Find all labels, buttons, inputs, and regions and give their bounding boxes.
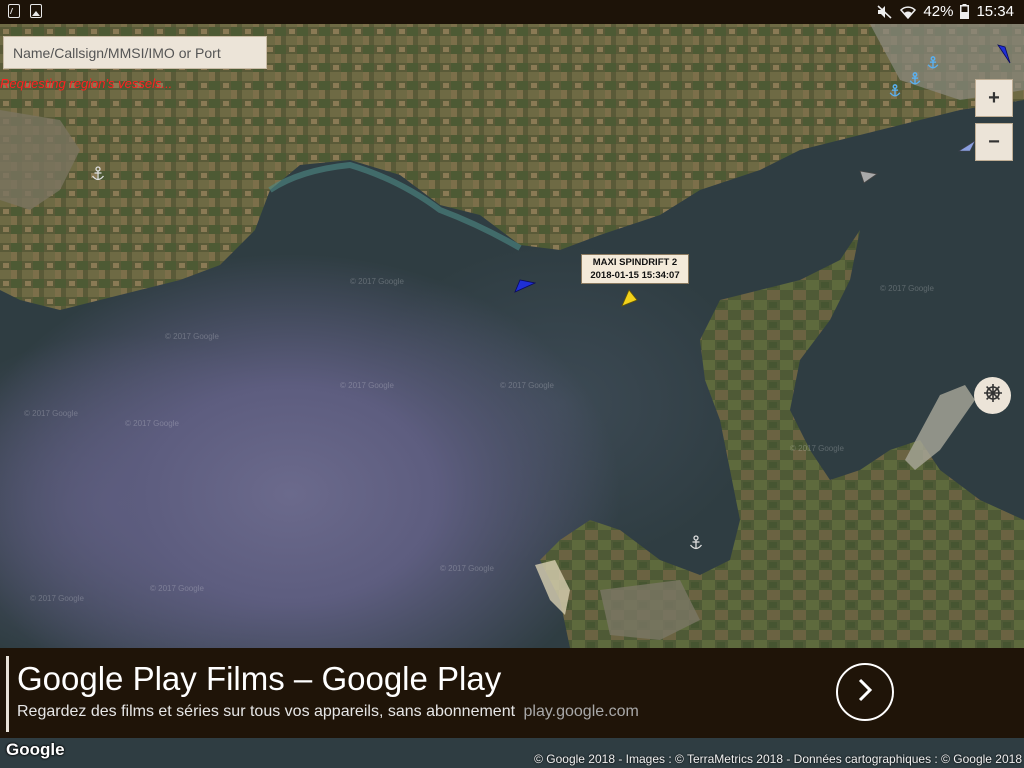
map-watermark: © 2017 Google [340,381,394,390]
map-watermark: © 2017 Google [125,419,179,428]
map-watermark: © 2017 Google [350,277,404,286]
search-input[interactable] [13,37,257,68]
map-watermark: © 2017 Google [30,594,84,603]
map-watermark: © 2017 Google [880,284,934,293]
map-attribution[interactable]: © Google 2018 - Images : © TerraMetrics … [534,752,1022,766]
mute-icon [877,4,893,19]
map-watermark: © 2017 Google [440,564,494,573]
clock: 15:34 [976,3,1014,20]
port-anchor-icon[interactable] [908,72,922,91]
google-logo: Google [6,740,65,759]
ad-open-button[interactable] [836,663,894,721]
ad-description: Regardez des films et séries sur tous vo… [17,703,516,720]
map-watermark: © 2017 Google [165,332,219,341]
vessel-marker[interactable] [858,170,879,189]
ad-banner[interactable]: Google Play Films – Google Play Regardez… [0,648,1024,738]
zoom-in-button[interactable]: + [975,79,1013,117]
battery-percent: 42% [923,3,954,20]
vessel-marker[interactable] [996,44,1012,69]
ship-wheel-icon [983,383,1003,408]
compass-button[interactable] [974,377,1011,414]
status-message: Requesting region's vessels... [0,76,173,91]
map-watermark: © 2017 Google [150,584,204,593]
map-watermark: © 2017 Google [500,381,554,390]
map-watermark: © 2017 Google [24,409,78,418]
battery-icon [960,4,970,19]
port-anchor-icon[interactable] [888,84,902,103]
ad-title[interactable]: Google Play Films – Google Play [17,660,501,698]
ad-url[interactable]: play.google.com [523,703,638,720]
map-watermark: © 2017 Google [790,444,844,453]
wifi-icon [900,5,917,19]
vessel-name: MAXI SPINDRIFT 2 [592,257,678,268]
vessel-search-field[interactable] [3,36,267,69]
port-anchor-icon[interactable] [926,56,940,75]
vessel-marker[interactable] [957,138,976,157]
vessel-marker[interactable] [514,279,537,298]
port-anchor-icon[interactable] [90,166,106,187]
ad-subtitle: Regardez des films et séries sur tous vo… [17,703,639,721]
selected-vessel-marker[interactable] [620,289,638,312]
ad-accent-bar [6,656,9,732]
image-notification-icon [30,4,42,18]
vessel-timestamp: 2018-01-15 15:34:07 [590,270,680,281]
status-bar: 42% 15:34 [0,0,1024,24]
chevron-right-icon [855,677,875,708]
document-notification-icon [8,4,20,18]
zoom-out-button[interactable]: − [975,123,1013,161]
vessel-info-label[interactable]: MAXI SPINDRIFT 2 2018-01-15 15:34:07 [581,254,689,284]
port-anchor-icon[interactable] [688,535,704,556]
